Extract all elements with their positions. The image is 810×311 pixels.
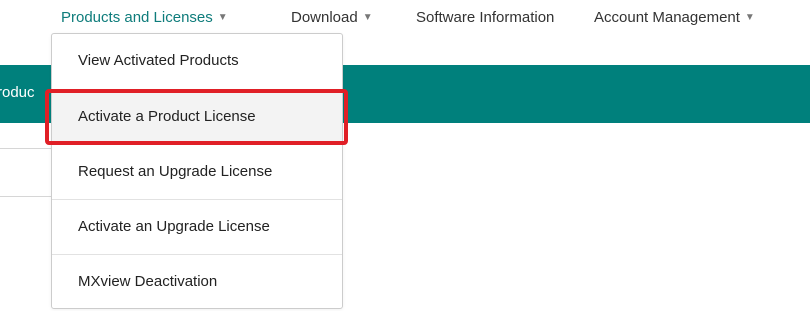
menu-item-view-activated-products[interactable]: View Activated Products bbox=[52, 34, 342, 88]
menu-item-mxview-deactivation[interactable]: MXview Deactivation bbox=[52, 255, 342, 309]
chevron-down-icon: ▼ bbox=[362, 12, 373, 23]
top-navigation: Products and Licenses ▼ Download ▼ Softwar… bbox=[0, 0, 810, 34]
nav-software-information[interactable]: Software Information bbox=[416, 9, 554, 26]
menu-item-label: Activate a Product License bbox=[78, 108, 256, 125]
chevron-down-icon: ▼ bbox=[217, 12, 228, 23]
menu-item-label: MXview Deactivation bbox=[78, 273, 218, 290]
banner-title-text: Produc bbox=[0, 84, 35, 101]
nav-download-label: Download bbox=[291, 9, 358, 26]
chevron-down-icon: ▼ bbox=[744, 12, 755, 23]
divider bbox=[0, 196, 55, 197]
products-dropdown-menu: View Activated Products Activate a Produ… bbox=[51, 33, 343, 309]
nav-account-label: Account Management bbox=[594, 9, 740, 26]
menu-item-request-upgrade-license[interactable]: Request an Upgrade License bbox=[52, 145, 342, 199]
divider bbox=[0, 148, 55, 149]
menu-item-label: View Activated Products bbox=[78, 52, 239, 69]
menu-item-label: Activate an Upgrade License bbox=[78, 218, 270, 235]
menu-item-activate-upgrade-license[interactable]: Activate an Upgrade License bbox=[52, 200, 342, 254]
nav-download[interactable]: Download ▼ bbox=[291, 9, 373, 26]
nav-products-label: Products and Licenses bbox=[61, 9, 213, 26]
nav-software-label: Software Information bbox=[416, 9, 555, 26]
menu-item-label: Request an Upgrade License bbox=[78, 163, 273, 180]
nav-products-and-licenses[interactable]: Products and Licenses ▼ bbox=[61, 9, 228, 26]
menu-item-activate-product-license[interactable]: Activate a Product License bbox=[52, 90, 342, 144]
nav-account-management[interactable]: Account Management ▼ bbox=[594, 9, 755, 26]
